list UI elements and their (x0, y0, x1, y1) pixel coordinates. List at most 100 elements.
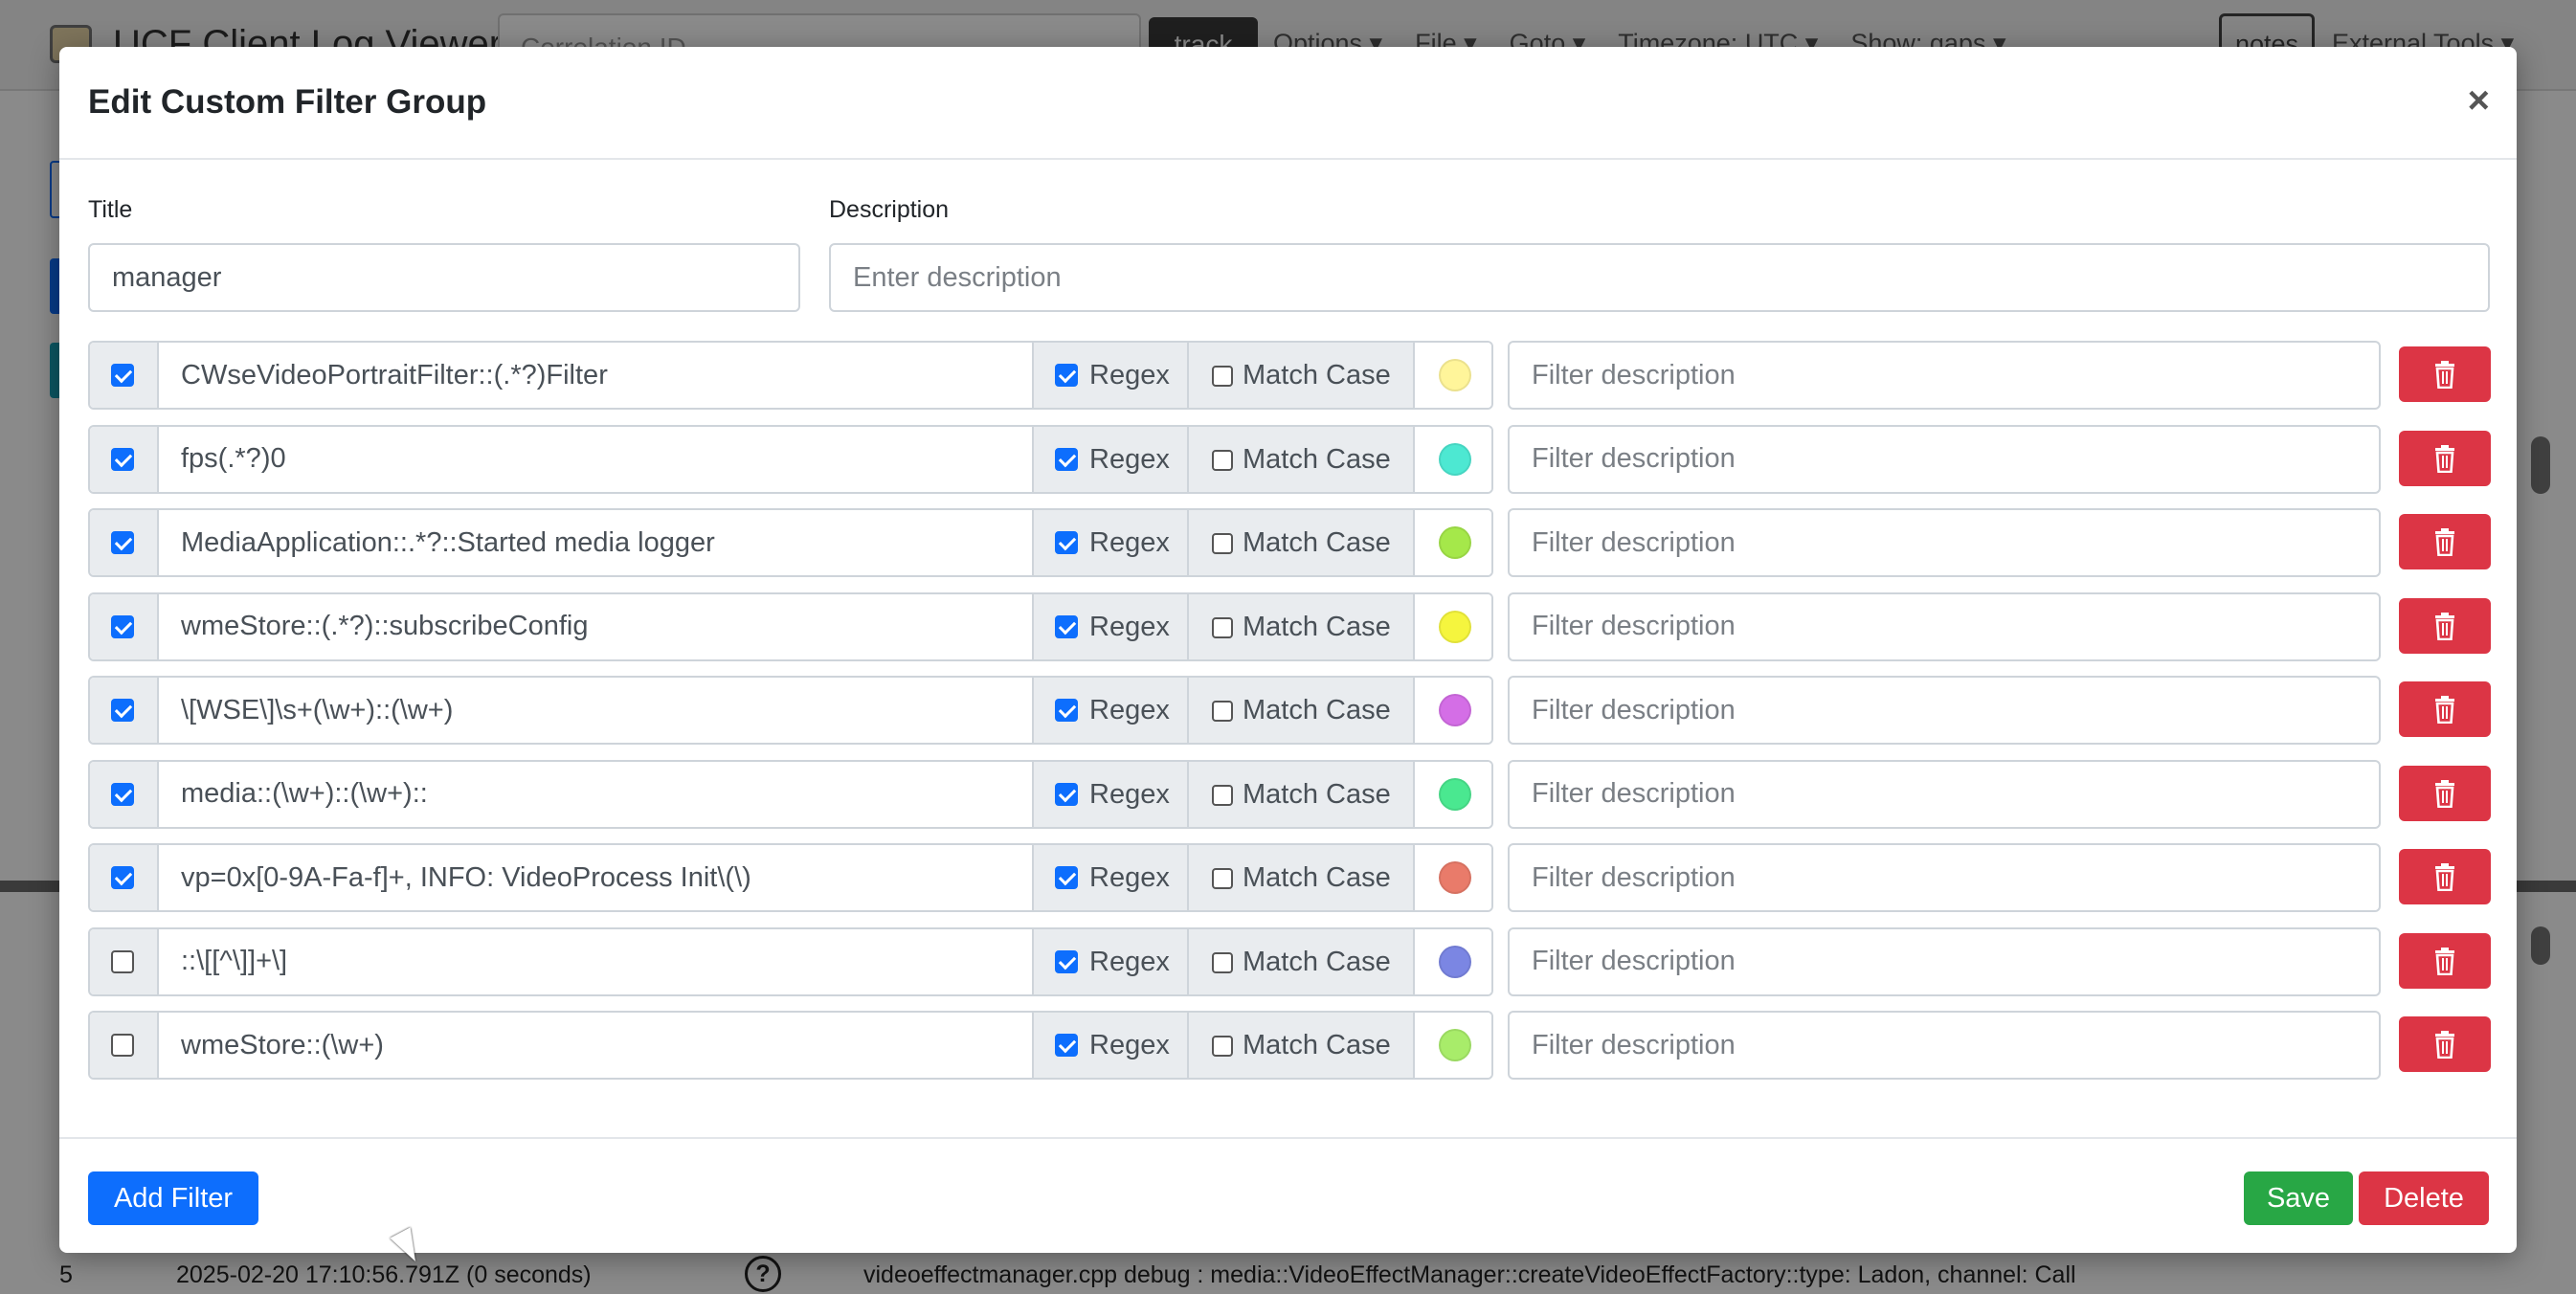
color-picker[interactable] (1415, 1013, 1491, 1078)
filter-enabled-toggle[interactable] (90, 1013, 159, 1078)
filter-pattern-input[interactable] (159, 510, 1032, 575)
color-picker[interactable] (1415, 426, 1491, 492)
color-swatch[interactable] (1439, 777, 1471, 811)
regex-toggle[interactable]: Regex (1032, 761, 1189, 827)
checkbox-empty-icon[interactable] (111, 949, 134, 973)
checkbox-checked-icon[interactable] (1055, 949, 1078, 973)
color-picker[interactable] (1415, 678, 1491, 743)
delete-filter-button[interactable] (2399, 346, 2491, 402)
color-picker[interactable] (1415, 593, 1491, 659)
filter-description-input[interactable] (1508, 591, 2381, 661)
color-picker[interactable] (1415, 928, 1491, 994)
color-swatch[interactable] (1439, 1029, 1471, 1061)
filter-description-input[interactable] (1508, 926, 2381, 996)
match-case-toggle[interactable]: Match Case (1189, 928, 1415, 994)
checkbox-checked-icon[interactable] (111, 364, 134, 387)
match-case-toggle[interactable]: Match Case (1189, 678, 1415, 743)
close-icon[interactable]: × (2468, 81, 2490, 120)
regex-toggle[interactable]: Regex (1032, 928, 1189, 994)
color-swatch[interactable] (1439, 861, 1471, 894)
filter-description-input[interactable] (1508, 676, 2381, 745)
filter-pattern-input[interactable] (159, 1013, 1032, 1078)
filter-description-input[interactable] (1508, 424, 2381, 494)
checkbox-empty-icon[interactable] (111, 1034, 134, 1057)
checkbox-checked-icon[interactable] (111, 782, 134, 806)
filter-enabled-toggle[interactable] (90, 343, 159, 408)
checkbox-empty-icon[interactable] (1212, 701, 1233, 722)
color-picker[interactable] (1415, 761, 1491, 827)
match-case-toggle[interactable]: Match Case (1189, 845, 1415, 910)
checkbox-empty-icon[interactable] (1212, 449, 1233, 471)
checkbox-empty-icon[interactable] (1212, 616, 1233, 638)
filter-enabled-toggle[interactable] (90, 761, 159, 827)
color-swatch[interactable] (1439, 610, 1471, 643)
delete-filter-button[interactable] (2399, 681, 2491, 737)
checkbox-empty-icon[interactable] (1212, 784, 1233, 806)
checkbox-checked-icon[interactable] (111, 447, 134, 471)
filter-enabled-toggle[interactable] (90, 845, 159, 910)
delete-filter-button[interactable] (2399, 514, 2491, 569)
checkbox-empty-icon[interactable] (1212, 533, 1233, 554)
checkbox-checked-icon[interactable] (1055, 1034, 1078, 1057)
add-filter-button[interactable]: Add Filter (88, 1171, 258, 1225)
filter-pattern-input[interactable] (159, 343, 1032, 408)
checkbox-checked-icon[interactable] (1055, 866, 1078, 889)
checkbox-empty-icon[interactable] (1212, 868, 1233, 889)
filter-pattern-input[interactable] (159, 678, 1032, 743)
checkbox-empty-icon[interactable] (1212, 951, 1233, 973)
regex-toggle[interactable]: Regex (1032, 845, 1189, 910)
filter-description-input[interactable] (1508, 508, 2381, 577)
color-picker[interactable] (1415, 510, 1491, 575)
filter-description-input[interactable] (1508, 843, 2381, 912)
color-swatch[interactable] (1439, 359, 1471, 391)
regex-toggle[interactable]: Regex (1032, 343, 1189, 408)
regex-toggle[interactable]: Regex (1032, 678, 1189, 743)
color-swatch[interactable] (1439, 945, 1471, 978)
checkbox-checked-icon[interactable] (111, 614, 134, 638)
delete-filter-button[interactable] (2399, 932, 2491, 989)
save-button[interactable]: Save (2244, 1171, 2353, 1225)
checkbox-checked-icon[interactable] (111, 866, 134, 889)
checkbox-checked-icon[interactable] (1055, 782, 1078, 806)
regex-toggle[interactable]: Regex (1032, 426, 1189, 492)
delete-filter-button[interactable] (2399, 849, 2491, 904)
filter-description-input[interactable] (1508, 759, 2381, 829)
match-case-toggle[interactable]: Match Case (1189, 1013, 1415, 1078)
description-input[interactable] (829, 243, 2490, 312)
filter-enabled-toggle[interactable] (90, 593, 159, 659)
filter-description-input[interactable] (1508, 341, 2381, 410)
filter-pattern-input[interactable] (159, 845, 1032, 910)
checkbox-checked-icon[interactable] (111, 531, 134, 554)
filter-pattern-input[interactable] (159, 426, 1032, 492)
checkbox-checked-icon[interactable] (1055, 699, 1078, 722)
filter-pattern-input[interactable] (159, 928, 1032, 994)
checkbox-empty-icon[interactable] (1212, 1036, 1233, 1057)
color-picker[interactable] (1415, 343, 1491, 408)
filter-enabled-toggle[interactable] (90, 426, 159, 492)
checkbox-checked-icon[interactable] (1055, 447, 1078, 471)
checkbox-checked-icon[interactable] (111, 699, 134, 722)
delete-filter-button[interactable] (2399, 1016, 2491, 1072)
match-case-toggle[interactable]: Match Case (1189, 510, 1415, 575)
filter-enabled-toggle[interactable] (90, 678, 159, 743)
color-swatch[interactable] (1439, 694, 1471, 726)
checkbox-empty-icon[interactable] (1212, 366, 1233, 387)
delete-filter-button[interactable] (2399, 597, 2491, 654)
filter-pattern-input[interactable] (159, 761, 1032, 827)
color-swatch[interactable] (1439, 442, 1471, 476)
regex-toggle[interactable]: Regex (1032, 1013, 1189, 1078)
filter-description-input[interactable] (1508, 1011, 2381, 1080)
match-case-toggle[interactable]: Match Case (1189, 593, 1415, 659)
checkbox-checked-icon[interactable] (1055, 531, 1078, 554)
color-swatch[interactable] (1439, 526, 1471, 559)
match-case-toggle[interactable]: Match Case (1189, 761, 1415, 827)
title-input[interactable] (88, 243, 800, 312)
match-case-toggle[interactable]: Match Case (1189, 343, 1415, 408)
match-case-toggle[interactable]: Match Case (1189, 426, 1415, 492)
color-picker[interactable] (1415, 845, 1491, 910)
delete-filter-button[interactable] (2399, 430, 2491, 486)
checkbox-checked-icon[interactable] (1055, 614, 1078, 638)
delete-group-button[interactable]: Delete (2359, 1171, 2489, 1225)
filter-enabled-toggle[interactable] (90, 510, 159, 575)
regex-toggle[interactable]: Regex (1032, 593, 1189, 659)
